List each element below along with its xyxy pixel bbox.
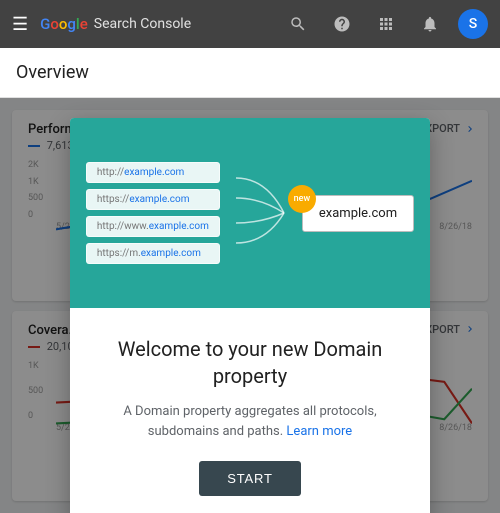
page-title: Overview <box>16 62 89 83</box>
app-title: Search Console <box>94 16 191 32</box>
notifications-icon[interactable] <box>414 8 446 40</box>
page-title-bar: Overview <box>0 48 500 98</box>
domain-source-item: http://example.com <box>86 162 220 183</box>
domain-source-item: https://m.example.com <box>86 243 220 264</box>
help-icon[interactable] <box>326 8 358 40</box>
google-wordmark: Google <box>40 15 88 33</box>
new-badge: new <box>288 185 316 213</box>
modal-description: A Domain property aggregates all protoco… <box>102 402 398 441</box>
target-domain-box: example.com <box>302 195 414 232</box>
apps-icon[interactable] <box>370 8 402 40</box>
modal-overlay: http://example.com https://example.com h… <box>0 98 500 513</box>
modal-graphic: http://example.com https://example.com h… <box>70 118 430 308</box>
domain-source-list: http://example.com https://example.com h… <box>86 162 220 264</box>
main-content: Performa… EXPORT 7,613 to… 2K 1K 500 0 5… <box>0 98 500 513</box>
google-logo: Google Search Console <box>40 15 191 33</box>
menu-icon[interactable]: ☰ <box>12 14 28 35</box>
domain-property-modal: http://example.com https://example.com h… <box>70 118 430 513</box>
domain-source-item: http://www.example.com <box>86 216 220 237</box>
learn-more-link[interactable]: Learn more <box>286 424 352 439</box>
start-button[interactable]: START <box>199 461 300 496</box>
domain-source-item: https://example.com <box>86 189 220 210</box>
top-navigation: ☰ Google Search Console S <box>0 0 500 48</box>
arrows-diagram <box>236 168 286 258</box>
search-icon[interactable] <box>282 8 314 40</box>
domain-diagram: http://example.com https://example.com h… <box>86 162 414 264</box>
modal-title: Welcome to your new Domain property <box>102 336 398 390</box>
modal-body: Welcome to your new Domain property A Do… <box>70 308 430 513</box>
user-avatar[interactable]: S <box>458 9 488 39</box>
target-domain-wrap: new example.com <box>302 195 414 232</box>
